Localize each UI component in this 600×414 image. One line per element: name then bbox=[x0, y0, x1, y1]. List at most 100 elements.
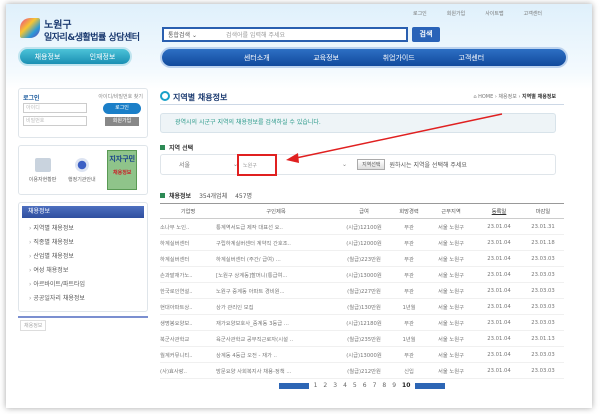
cell-company: 하계실버센터 bbox=[160, 234, 216, 251]
cell-deadline: 23.03.03 bbox=[522, 298, 564, 315]
cell-career: 무관 bbox=[392, 234, 426, 251]
cell-deadline: 23.01.31 bbox=[522, 218, 564, 235]
table-row[interactable]: 소나무 노인.. 통계역서도급 제작 대표선 요.. (시급)12100원 무관 서울 … bbox=[160, 218, 564, 235]
col-career: 희망경력 bbox=[392, 203, 426, 219]
page-link[interactable]: 6 bbox=[363, 382, 367, 389]
table-row[interactable]: 한국로인연설.. 노원구 중계동 아파트 경비원... (월급)227만원 무관 서울 … bbox=[160, 282, 564, 299]
cell-company: 생명봉요양보.. bbox=[160, 314, 216, 331]
cell-deadline: 23.03.03 bbox=[522, 362, 564, 379]
table-row[interactable]: 북군사관학교 육군사관학교 공무직근로자(시설 .. (월급)235만원 1년월 서울 … bbox=[160, 330, 564, 347]
cell-registered: 23.01.04 bbox=[476, 218, 522, 235]
cell-registered: 23.01.04 bbox=[476, 362, 522, 379]
cell-title[interactable]: 구립하계실버센터 계약직 간호조.. bbox=[216, 234, 336, 251]
cell-salary: (시급)13000원 bbox=[336, 266, 392, 283]
cell-salary: (월급)223만원 bbox=[336, 250, 392, 267]
page-link[interactable]: 7 bbox=[373, 382, 377, 389]
table-row[interactable]: 월계커뮤니티.. 상계동 4등급 오전 - 재가 .. (시급)13000원 무관 서울… bbox=[160, 346, 564, 363]
cell-region: 서울 노원구 bbox=[426, 362, 476, 379]
cell-title[interactable]: 방문요양 사회복지사 채용-정책 ... bbox=[216, 362, 336, 379]
cell-registered: 23.01.04 bbox=[476, 266, 522, 283]
cell-deadline: 23.03.03 bbox=[522, 266, 564, 283]
cell-region: 서울 노원구 bbox=[426, 330, 476, 347]
cell-career: 무관 bbox=[392, 218, 426, 235]
page-link[interactable]: 5 bbox=[353, 382, 357, 389]
col-deadline: 마감일 bbox=[522, 203, 564, 219]
cell-salary: (시급)12100원 bbox=[336, 218, 392, 235]
table-header: 기업명 구인제목 급여 희망경력 근무지역 등록일 마감일 bbox=[160, 203, 564, 219]
cell-title[interactable]: 육군사관학교 공무직근로자(시설 .. bbox=[216, 330, 336, 347]
cell-company: 한국로인연설.. bbox=[160, 282, 216, 299]
col-region: 근무지역 bbox=[426, 203, 476, 219]
cell-career: 1년월 bbox=[392, 298, 426, 315]
results-count: 채용정보 354개업체 457명 bbox=[160, 191, 252, 200]
cell-title[interactable]: [노원구 상계동]할머니(통급여... bbox=[216, 266, 336, 283]
cell-salary: (시급)12000원 bbox=[336, 234, 392, 251]
people-count: 457명 bbox=[235, 193, 253, 200]
cell-salary: (월급)130만원 bbox=[336, 298, 392, 315]
results-heading: 채용정보 bbox=[169, 193, 192, 200]
cell-registered: 23.01.04 bbox=[476, 298, 522, 315]
col-registered-sort[interactable]: 등록일 bbox=[476, 203, 522, 219]
cell-registered: 23.01.04 bbox=[476, 330, 522, 347]
cell-registered: 23.01.04 bbox=[476, 250, 522, 267]
cell-region: 서울 노원구 bbox=[426, 266, 476, 283]
cell-region: 서울 노원구 bbox=[426, 234, 476, 251]
cell-registered: 23.01.04 bbox=[476, 282, 522, 299]
cell-registered: 23.01.04 bbox=[476, 314, 522, 331]
cell-registered: 23.01.04 bbox=[476, 234, 522, 251]
cell-career: 무관 bbox=[392, 346, 426, 363]
cell-salary: (시급)13000원 bbox=[336, 346, 392, 363]
page-link[interactable]: 10 bbox=[402, 382, 410, 389]
cell-salary: (시급)12180원 bbox=[336, 314, 392, 331]
cell-salary: (월급)212만원 bbox=[336, 362, 392, 379]
page-link[interactable]: 2 bbox=[323, 382, 327, 389]
table-row[interactable]: 손과발재가노.. [노원구 상계동]할머니(통급여... (시급)13000원 무관 서… bbox=[160, 266, 564, 283]
cell-career: 1년월 bbox=[392, 330, 426, 347]
page-link[interactable]: 8 bbox=[382, 382, 386, 389]
cell-company: 소나무 노인.. bbox=[160, 218, 216, 235]
cell-deadline: 23.03.03 bbox=[522, 346, 564, 363]
page-link[interactable]: 9 bbox=[392, 382, 396, 389]
page-link[interactable]: 1 bbox=[314, 382, 318, 389]
company-count: 354개업체 bbox=[199, 193, 228, 200]
pagination: 이전 123456789 10 다음 bbox=[160, 382, 564, 389]
cell-company: 손과발재가노.. bbox=[160, 266, 216, 283]
table-row[interactable]: (사)효사랑.. 방문요양 사회복지사 채용-정책 ... (월급)212만원 신입 서… bbox=[160, 362, 564, 379]
cell-deadline: 23.03.03 bbox=[522, 250, 564, 267]
prev-page-button[interactable]: 이전 bbox=[278, 382, 309, 389]
cell-region: 서울 노원구 bbox=[426, 250, 476, 267]
cell-career: 무관 bbox=[392, 266, 426, 283]
cell-title[interactable]: 노원구 중계동 아파트 경비원... bbox=[216, 282, 336, 299]
cell-career: 신입 bbox=[392, 362, 426, 379]
col-company: 기업명 bbox=[160, 203, 216, 219]
cell-title[interactable]: 상가 관리인 모집 bbox=[216, 298, 336, 315]
next-page-button[interactable]: 다음 bbox=[415, 382, 446, 389]
cell-company: 하계실버센터 bbox=[160, 250, 216, 267]
cell-deadline: 23.03.03 bbox=[522, 282, 564, 299]
job-table: 기업명 구인제목 급여 희망경력 근무지역 등록일 마감일 소나무 노인.. 통계… bbox=[160, 203, 564, 379]
page-frame: 로그인 회원가입 사이트맵 고객센터 노원구 일자리&생활법률 상담센터 통합검… bbox=[6, 4, 592, 408]
cell-company: 현대아파트상.. bbox=[160, 298, 216, 315]
cell-company: 북군사관학교 bbox=[160, 330, 216, 347]
table-row[interactable]: 현대아파트상.. 상가 관리인 모집 (월급)130만원 1년월 서울 노원구 23.01… bbox=[160, 298, 564, 315]
page-link[interactable]: 3 bbox=[333, 382, 337, 389]
page-link[interactable]: 4 bbox=[343, 382, 347, 389]
table-row[interactable]: 하계실버센터 하계실버센터 (주간/ 급여) ... (월급)223만원 무관 서울 노… bbox=[160, 250, 564, 267]
cell-title[interactable]: 재가요양보호사_중계동 3등급 ... bbox=[216, 314, 336, 331]
table-row[interactable]: 하계실버센터 구립하계실버센터 계약직 간호조.. (시급)12000원 무관 서울 노… bbox=[160, 234, 564, 251]
cell-region: 서울 노원구 bbox=[426, 346, 476, 363]
cell-title[interactable]: 하계실버센터 (주간/ 급여) ... bbox=[216, 250, 336, 267]
cell-company: 월계커뮤니티.. bbox=[160, 346, 216, 363]
page-list: 1 2 3 4 5 6 7 8 9 10 bbox=[314, 382, 411, 389]
cell-deadline: 23.01.13 bbox=[522, 330, 564, 347]
cell-career: 무관 bbox=[392, 250, 426, 267]
cell-title[interactable]: 상계동 4등급 오전 - 재가 .. bbox=[216, 346, 336, 363]
cell-company: (사)효사랑.. bbox=[160, 362, 216, 379]
cell-region: 서울 노원구 bbox=[426, 314, 476, 331]
cell-title[interactable]: 통계역서도급 제작 대표선 요.. bbox=[216, 218, 336, 235]
col-title: 구인제목 bbox=[216, 203, 336, 219]
cell-deadline: 23.01.18 bbox=[522, 234, 564, 251]
table-row[interactable]: 생명봉요양보.. 재가요양보호사_중계동 3등급 ... (시급)12180원 무관 서… bbox=[160, 314, 564, 331]
cell-salary: (월급)227만원 bbox=[336, 282, 392, 299]
cell-deadline: 23.03.03 bbox=[522, 314, 564, 331]
